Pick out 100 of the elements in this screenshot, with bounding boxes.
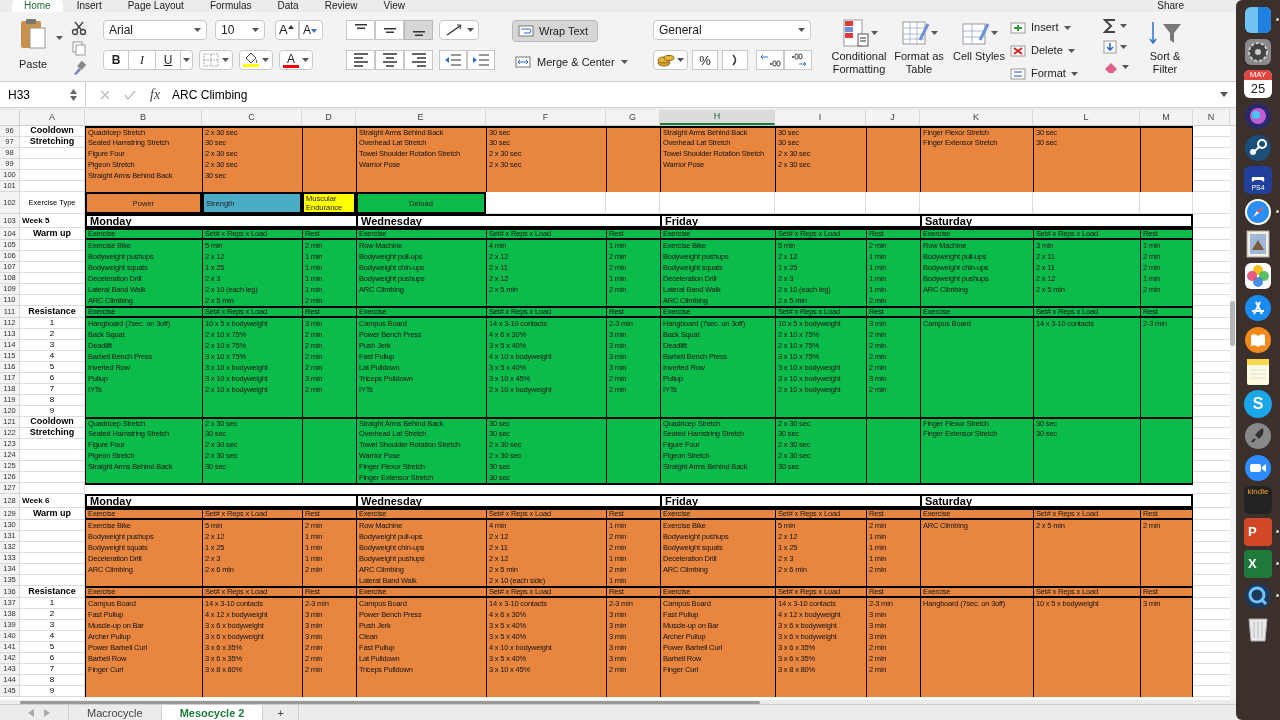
align-center-icon[interactable] [381,51,398,69]
insert-cells-button[interactable]: Insert [1010,18,1103,37]
ribbon-tab[interactable]: Page Layout [115,0,196,12]
table-cell [20,483,85,494]
stamp-icon[interactable] [1244,230,1272,258]
brush-icon[interactable] [71,60,87,76]
app-icon[interactable] [1244,134,1272,162]
add-sheet-button[interactable]: + [263,705,299,720]
font-color-button[interactable]: A [279,50,313,70]
outdent-icon[interactable] [444,51,462,69]
scrollbar-thumb[interactable] [1230,301,1235,346]
video-camera-icon[interactable] [1244,454,1272,482]
app-icon[interactable] [1244,582,1272,610]
column-header[interactable]: D [302,110,356,125]
sheet-tab[interactable]: Macrocycle [68,705,161,720]
color-swatch [243,64,259,67]
increase-decimal-icon[interactable] [759,53,781,67]
fill-color-button[interactable] [239,50,273,70]
underline-button[interactable]: U [155,50,181,70]
row-label: 8 [20,675,85,686]
table-cell [20,181,85,192]
align-middle-button[interactable] [375,20,404,40]
dock-app-button[interactable]: P [1244,518,1272,546]
rocket-icon[interactable] [1244,422,1272,450]
font-size-field[interactable]: 10 [215,20,265,40]
scrollbar-thumb[interactable] [20,700,760,704]
row-label: Warm up [20,508,85,520]
ribbon-tab[interactable]: Data [265,0,311,12]
italic-button[interactable]: I [129,50,155,70]
sheet-tab[interactable]: Mesocycle 2 [160,705,264,720]
column-header[interactable]: E [356,110,486,125]
indent-icon[interactable] [472,51,490,69]
day-heading: Monday [85,214,356,228]
flower-icon[interactable] [1244,262,1272,290]
column-header[interactable]: L [1033,110,1140,125]
column-header[interactable]: F [486,110,606,125]
format-cells-button[interactable]: Format [1010,64,1103,83]
column-header[interactable]: J [866,110,920,125]
gear-icon[interactable] [1244,38,1272,66]
grow-font-button[interactable]: A [275,20,299,40]
ribbon-tab[interactable]: Formulas [197,0,264,12]
paste-button[interactable]: Paste [12,18,54,73]
align-left-icon[interactable] [352,51,369,69]
comma-icon[interactable] [731,54,739,66]
sort-filter-button[interactable]: Sort & Filter [1139,18,1191,76]
function-button[interactable]: fx [150,84,161,105]
row-label: 3 [20,620,85,631]
split-square-icon[interactable] [1244,6,1272,34]
font-name-field[interactable]: Arial [103,20,207,40]
app-icon[interactable] [1244,294,1272,322]
ribbon-tab[interactable]: Home [12,0,63,12]
scissors-icon[interactable] [71,20,87,36]
notepad-icon[interactable] [1244,358,1272,386]
ribbon-tab[interactable]: View [371,0,417,12]
styles-button[interactable]: Conditional Formatting [830,18,888,76]
column-header[interactable]: M [1140,110,1193,125]
eraser-icon[interactable] [1103,60,1119,74]
compass-icon[interactable] [1244,198,1272,226]
column-header[interactable]: C [202,110,302,125]
column-header[interactable]: N [1193,110,1230,125]
column-header[interactable]: I [775,110,866,125]
coins-icon[interactable] [657,53,675,67]
table-cell [20,461,85,472]
column-header[interactable]: K [920,110,1033,125]
delete-cells-button[interactable]: Delete [1010,41,1103,60]
table-style-icon [900,18,930,48]
align-bottom-button[interactable] [404,20,433,40]
caret-icon [1070,71,1078,76]
align-right-icon[interactable] [410,51,427,69]
dock-app-button[interactable]: kindle [1244,486,1272,514]
shrink-font-button[interactable]: A [299,20,323,40]
share-button[interactable]: Share [1149,0,1192,12]
fill-down-icon[interactable] [1103,40,1117,54]
dock-app-button[interactable]: MAY 25 [1244,70,1272,98]
row-label: 4 [20,351,85,362]
wrap-text-button[interactable]: Wrap Text [512,20,598,42]
book-icon[interactable] [1244,326,1272,354]
percent-button[interactable]: % [692,50,718,70]
orb-icon[interactable] [1244,102,1272,130]
orientation-button[interactable] [439,20,479,40]
styles-button[interactable]: Cell Styles [950,18,1008,63]
ribbon-tab[interactable]: Review [312,0,370,12]
column-header[interactable]: B [85,110,202,125]
column-header[interactable]: H [660,110,775,125]
align-top-button[interactable] [346,20,375,40]
caret-icon[interactable] [1220,92,1228,97]
bold-button[interactable]: B [103,50,129,70]
borders-button[interactable] [199,50,233,70]
styles-button[interactable]: Format as Table [890,18,948,76]
sum-icon[interactable] [1103,18,1117,34]
merge-center-button[interactable]: Merge & Center [512,52,653,72]
row-label: 3 [20,340,85,351]
dock-app-button[interactable]: X [1244,550,1272,578]
ribbon-tab[interactable]: Insert [64,0,114,12]
caret-icon [467,28,474,32]
name-box[interactable]: H33 [0,81,86,108]
column-header[interactable]: A [20,110,85,125]
formula-field[interactable]: ARC Climbing [172,81,1220,108]
number-format-field[interactable]: General [653,20,811,40]
check-icon[interactable] [124,89,136,100]
